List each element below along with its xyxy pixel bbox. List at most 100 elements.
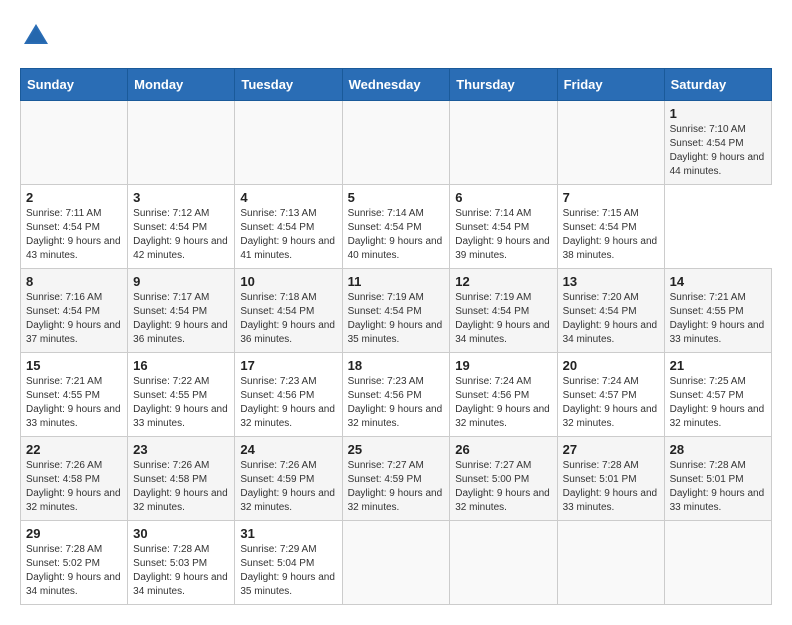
calendar-day: 1 Sunrise: 7:10 AMSunset: 4:54 PMDayligh… bbox=[664, 101, 771, 185]
day-number: 29 bbox=[26, 526, 122, 541]
calendar-day: 25 Sunrise: 7:27 AMSunset: 4:59 PMDaylig… bbox=[342, 437, 450, 521]
calendar-day: 28 Sunrise: 7:28 AMSunset: 5:01 PMDaylig… bbox=[664, 437, 771, 521]
day-number: 23 bbox=[133, 442, 229, 457]
calendar-week-row: 29 Sunrise: 7:28 AMSunset: 5:02 PMDaylig… bbox=[21, 521, 772, 605]
calendar-day: 7 Sunrise: 7:15 AMSunset: 4:54 PMDayligh… bbox=[557, 185, 664, 269]
empty-cell bbox=[450, 101, 557, 185]
logo bbox=[20, 20, 56, 52]
day-info: Sunrise: 7:26 AMSunset: 4:59 PMDaylight:… bbox=[240, 459, 336, 515]
day-number: 19 bbox=[455, 358, 551, 373]
calendar-day: 9 Sunrise: 7:17 AMSunset: 4:54 PMDayligh… bbox=[128, 269, 235, 353]
day-info: Sunrise: 7:27 AMSunset: 5:00 PMDaylight:… bbox=[455, 459, 551, 515]
day-number: 26 bbox=[455, 442, 551, 457]
calendar-day: 16 Sunrise: 7:22 AMSunset: 4:55 PMDaylig… bbox=[128, 353, 235, 437]
day-info: Sunrise: 7:17 AMSunset: 4:54 PMDaylight:… bbox=[133, 291, 229, 347]
day-info: Sunrise: 7:25 AMSunset: 4:57 PMDaylight:… bbox=[670, 375, 766, 431]
calendar-day: 5 Sunrise: 7:14 AMSunset: 4:54 PMDayligh… bbox=[342, 185, 450, 269]
calendar-day: 2 Sunrise: 7:11 AMSunset: 4:54 PMDayligh… bbox=[21, 185, 128, 269]
day-info: Sunrise: 7:21 AMSunset: 4:55 PMDaylight:… bbox=[670, 291, 766, 347]
day-number: 16 bbox=[133, 358, 229, 373]
day-number: 30 bbox=[133, 526, 229, 541]
day-info: Sunrise: 7:20 AMSunset: 4:54 PMDaylight:… bbox=[563, 291, 659, 347]
day-number: 22 bbox=[26, 442, 122, 457]
day-number: 15 bbox=[26, 358, 122, 373]
day-info: Sunrise: 7:29 AMSunset: 5:04 PMDaylight:… bbox=[240, 543, 336, 599]
day-number: 20 bbox=[563, 358, 659, 373]
day-number: 31 bbox=[240, 526, 336, 541]
calendar-week-row: 1 Sunrise: 7:10 AMSunset: 4:54 PMDayligh… bbox=[21, 101, 772, 185]
day-number: 1 bbox=[670, 106, 766, 121]
empty-cell bbox=[664, 521, 771, 605]
day-info: Sunrise: 7:14 AMSunset: 4:54 PMDaylight:… bbox=[455, 207, 551, 263]
calendar-header-row: SundayMondayTuesdayWednesdayThursdayFrid… bbox=[21, 69, 772, 101]
day-info: Sunrise: 7:14 AMSunset: 4:54 PMDaylight:… bbox=[348, 207, 445, 263]
day-number: 24 bbox=[240, 442, 336, 457]
calendar-week-row: 2 Sunrise: 7:11 AMSunset: 4:54 PMDayligh… bbox=[21, 185, 772, 269]
calendar-day: 20 Sunrise: 7:24 AMSunset: 4:57 PMDaylig… bbox=[557, 353, 664, 437]
calendar-day: 26 Sunrise: 7:27 AMSunset: 5:00 PMDaylig… bbox=[450, 437, 557, 521]
day-info: Sunrise: 7:23 AMSunset: 4:56 PMDaylight:… bbox=[240, 375, 336, 431]
calendar-header-friday: Friday bbox=[557, 69, 664, 101]
empty-cell bbox=[235, 101, 342, 185]
calendar-day: 4 Sunrise: 7:13 AMSunset: 4:54 PMDayligh… bbox=[235, 185, 342, 269]
calendar-day: 11 Sunrise: 7:19 AMSunset: 4:54 PMDaylig… bbox=[342, 269, 450, 353]
page-header bbox=[20, 20, 772, 52]
day-number: 28 bbox=[670, 442, 766, 457]
day-number: 27 bbox=[563, 442, 659, 457]
empty-cell bbox=[128, 101, 235, 185]
empty-cell bbox=[342, 101, 450, 185]
calendar-day: 22 Sunrise: 7:26 AMSunset: 4:58 PMDaylig… bbox=[21, 437, 128, 521]
calendar-day: 21 Sunrise: 7:25 AMSunset: 4:57 PMDaylig… bbox=[664, 353, 771, 437]
day-info: Sunrise: 7:28 AMSunset: 5:01 PMDaylight:… bbox=[563, 459, 659, 515]
calendar-day: 27 Sunrise: 7:28 AMSunset: 5:01 PMDaylig… bbox=[557, 437, 664, 521]
day-number: 11 bbox=[348, 274, 445, 289]
day-info: Sunrise: 7:23 AMSunset: 4:56 PMDaylight:… bbox=[348, 375, 445, 431]
day-info: Sunrise: 7:18 AMSunset: 4:54 PMDaylight:… bbox=[240, 291, 336, 347]
day-info: Sunrise: 7:12 AMSunset: 4:54 PMDaylight:… bbox=[133, 207, 229, 263]
day-info: Sunrise: 7:28 AMSunset: 5:01 PMDaylight:… bbox=[670, 459, 766, 515]
calendar-day: 13 Sunrise: 7:20 AMSunset: 4:54 PMDaylig… bbox=[557, 269, 664, 353]
day-info: Sunrise: 7:16 AMSunset: 4:54 PMDaylight:… bbox=[26, 291, 122, 347]
calendar-header-monday: Monday bbox=[128, 69, 235, 101]
day-number: 7 bbox=[563, 190, 659, 205]
day-number: 13 bbox=[563, 274, 659, 289]
day-info: Sunrise: 7:24 AMSunset: 4:57 PMDaylight:… bbox=[563, 375, 659, 431]
day-info: Sunrise: 7:22 AMSunset: 4:55 PMDaylight:… bbox=[133, 375, 229, 431]
day-info: Sunrise: 7:28 AMSunset: 5:02 PMDaylight:… bbox=[26, 543, 122, 599]
calendar-day: 15 Sunrise: 7:21 AMSunset: 4:55 PMDaylig… bbox=[21, 353, 128, 437]
calendar-day: 17 Sunrise: 7:23 AMSunset: 4:56 PMDaylig… bbox=[235, 353, 342, 437]
calendar-day: 29 Sunrise: 7:28 AMSunset: 5:02 PMDaylig… bbox=[21, 521, 128, 605]
day-info: Sunrise: 7:11 AMSunset: 4:54 PMDaylight:… bbox=[26, 207, 122, 263]
calendar-day: 6 Sunrise: 7:14 AMSunset: 4:54 PMDayligh… bbox=[450, 185, 557, 269]
calendar-day: 24 Sunrise: 7:26 AMSunset: 4:59 PMDaylig… bbox=[235, 437, 342, 521]
calendar-header-tuesday: Tuesday bbox=[235, 69, 342, 101]
calendar-header-thursday: Thursday bbox=[450, 69, 557, 101]
day-info: Sunrise: 7:24 AMSunset: 4:56 PMDaylight:… bbox=[455, 375, 551, 431]
day-number: 12 bbox=[455, 274, 551, 289]
calendar-header-wednesday: Wednesday bbox=[342, 69, 450, 101]
calendar-week-row: 22 Sunrise: 7:26 AMSunset: 4:58 PMDaylig… bbox=[21, 437, 772, 521]
day-number: 17 bbox=[240, 358, 336, 373]
day-number: 10 bbox=[240, 274, 336, 289]
day-info: Sunrise: 7:26 AMSunset: 4:58 PMDaylight:… bbox=[26, 459, 122, 515]
day-number: 4 bbox=[240, 190, 336, 205]
empty-cell bbox=[342, 521, 450, 605]
day-number: 14 bbox=[670, 274, 766, 289]
day-number: 8 bbox=[26, 274, 122, 289]
day-info: Sunrise: 7:19 AMSunset: 4:54 PMDaylight:… bbox=[348, 291, 445, 347]
day-number: 25 bbox=[348, 442, 445, 457]
calendar-day: 14 Sunrise: 7:21 AMSunset: 4:55 PMDaylig… bbox=[664, 269, 771, 353]
calendar-day: 10 Sunrise: 7:18 AMSunset: 4:54 PMDaylig… bbox=[235, 269, 342, 353]
calendar-day: 23 Sunrise: 7:26 AMSunset: 4:58 PMDaylig… bbox=[128, 437, 235, 521]
day-number: 9 bbox=[133, 274, 229, 289]
day-info: Sunrise: 7:13 AMSunset: 4:54 PMDaylight:… bbox=[240, 207, 336, 263]
calendar-day: 3 Sunrise: 7:12 AMSunset: 4:54 PMDayligh… bbox=[128, 185, 235, 269]
calendar-day: 19 Sunrise: 7:24 AMSunset: 4:56 PMDaylig… bbox=[450, 353, 557, 437]
day-number: 21 bbox=[670, 358, 766, 373]
day-number: 6 bbox=[455, 190, 551, 205]
day-number: 2 bbox=[26, 190, 122, 205]
day-number: 5 bbox=[348, 190, 445, 205]
empty-cell bbox=[21, 101, 128, 185]
day-number: 18 bbox=[348, 358, 445, 373]
empty-cell bbox=[450, 521, 557, 605]
